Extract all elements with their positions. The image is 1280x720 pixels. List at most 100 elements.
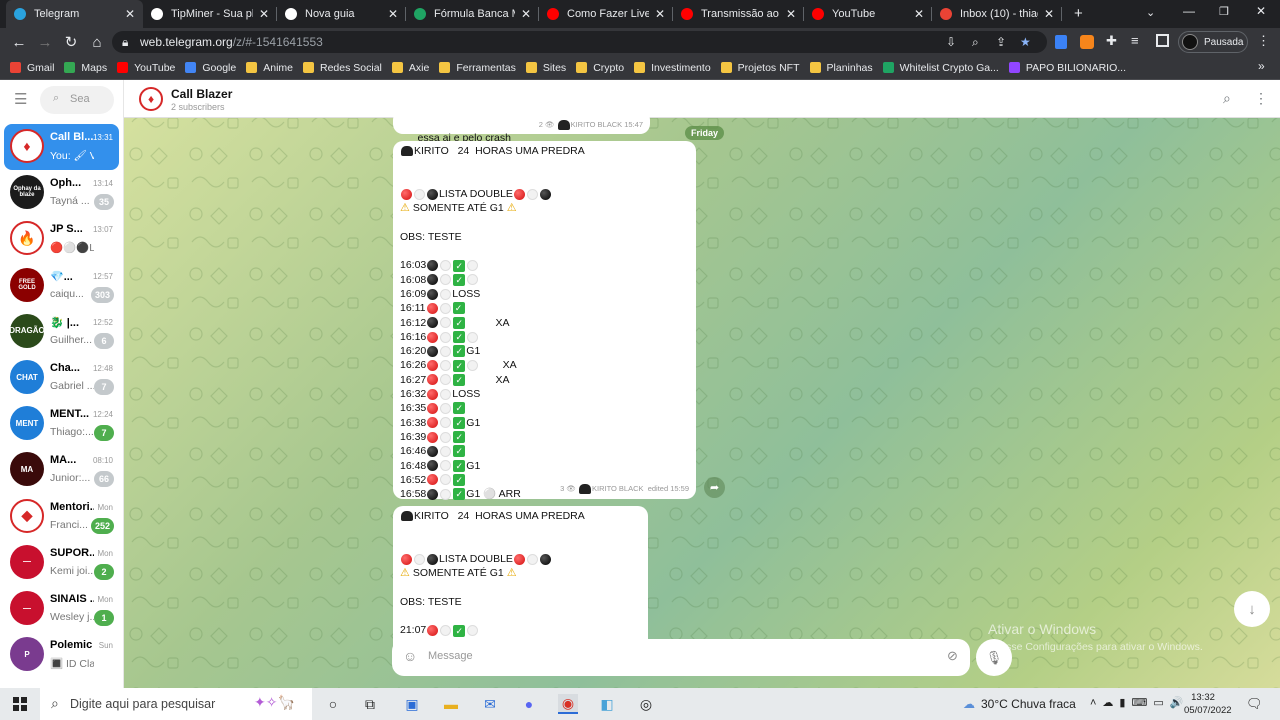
- browser-tab[interactable]: Nova guia ✕: [277, 0, 406, 28]
- bookmark-item[interactable]: Whitelist Crypto Ga...: [882, 62, 999, 74]
- taskbar-search[interactable]: ⌕ Digite aqui para pesquisar ✦✧🦙: [40, 688, 312, 720]
- cortana-icon[interactable]: ○: [323, 694, 343, 714]
- close-icon[interactable]: ✕: [521, 7, 531, 21]
- new-tab-icon[interactable]: +: [1074, 5, 1083, 22]
- back-icon[interactable]: ←: [8, 31, 30, 53]
- bookmark-item[interactable]: Ferramentas: [439, 62, 516, 74]
- close-icon[interactable]: ✕: [786, 7, 796, 21]
- chat-list-item[interactable]: — SINAIS ...MonWesley j...1: [4, 586, 119, 632]
- chat-list-item[interactable]: ♦ Call Bl...13:31 You: 🖌 Voi...: [4, 124, 119, 170]
- profile-chip[interactable]: Pausada: [1178, 31, 1248, 53]
- close-icon[interactable]: ✕: [655, 7, 665, 21]
- home-icon[interactable]: ⌂: [86, 31, 108, 53]
- message-bubble[interactable]: KIRITO 24 HORAS UMA PREDRA LISTA DOUBLE ⚠ S…: [393, 141, 696, 501]
- browser-tab[interactable]: Fórmula Banca Mil ✕: [406, 0, 539, 28]
- obs-icon[interactable]: ◎: [636, 694, 656, 714]
- attach-icon[interactable]: ⊘: [947, 648, 958, 664]
- forward-icon[interactable]: →: [34, 31, 56, 53]
- chat-header[interactable]: ♦ Call Blazer 2 subscribers ⌕ ⋮: [124, 80, 1280, 118]
- browser-tab[interactable]: Telegram ✕: [6, 0, 143, 28]
- bookmark-item[interactable]: Redes Social: [303, 62, 382, 74]
- bookmark-item[interactable]: Planinhas: [809, 62, 873, 74]
- more-options-icon[interactable]: ⋮: [1254, 90, 1268, 107]
- extensions-puzzle-icon[interactable]: ✚: [1106, 33, 1117, 49]
- chat-list-item[interactable]: 🔥 JP S... 13:07 🔴⚪⚫LIST...: [4, 216, 119, 262]
- channel-avatar[interactable]: ♦: [139, 87, 163, 111]
- chat-list-item[interactable]: ◆ Mentori...Mon Franci...252: [4, 494, 119, 540]
- youtube-icon: [681, 8, 693, 20]
- message-input[interactable]: ☺ Message ⊘: [392, 639, 970, 676]
- scroll-down-button[interactable]: ↓: [1234, 591, 1270, 627]
- bookmark-item[interactable]: Anime: [246, 62, 293, 74]
- tab-search-icon[interactable]: ⌄: [1146, 6, 1155, 19]
- mail-icon[interactable]: ✉: [480, 694, 500, 714]
- extension-shield-icon[interactable]: [1055, 35, 1067, 49]
- chat-list-item[interactable]: MENT MENT... 12:24 Thiago:... 7: [4, 401, 119, 447]
- tray-icons[interactable]: ˄☁▮⌨▭🔊: [1090, 696, 1189, 709]
- chat-name: 🐉 |...: [50, 316, 79, 329]
- store-icon[interactable]: ▣: [402, 694, 422, 714]
- close-icon[interactable]: ✕: [388, 7, 398, 21]
- bookmark-star-icon[interactable]: ★: [1020, 35, 1031, 49]
- search-input[interactable]: ⌕ Sea: [40, 86, 114, 114]
- bookmark-item[interactable]: Investimento: [634, 62, 711, 74]
- minimize-icon[interactable]: —: [1183, 4, 1195, 18]
- media-icon[interactable]: ≡: [1131, 33, 1139, 48]
- browser-tab[interactable]: TipMiner - Sua pla ✕: [143, 0, 277, 28]
- close-icon[interactable]: ✕: [914, 7, 924, 21]
- bookmark-item[interactable]: Sites: [525, 62, 566, 74]
- extension-fox-icon[interactable]: [1080, 35, 1094, 49]
- forward-icon[interactable]: ➦: [704, 477, 725, 498]
- check-icon: ✓: [453, 488, 466, 501]
- close-icon[interactable]: ✕: [1044, 7, 1054, 21]
- message-bubble[interactable]: KIRITO 24 HORAS UMA PREDRA LISTA DOUBLE ⚠ S…: [393, 506, 648, 646]
- url-bar[interactable]: 🔒︎ web.telegram.org/z/#-1541641553 ⇩ ⌕ ⇪…: [112, 31, 1047, 53]
- window-close-icon[interactable]: ✕: [1256, 4, 1266, 18]
- close-icon[interactable]: ✕: [125, 7, 135, 21]
- search-icon[interactable]: ⌕: [1223, 90, 1231, 107]
- notifications-icon[interactable]: 🗨︎: [1246, 696, 1263, 712]
- close-icon[interactable]: ✕: [259, 7, 269, 21]
- discord-icon[interactable]: ●: [519, 694, 539, 714]
- file-explorer-icon[interactable]: ▬: [441, 694, 461, 714]
- weather-widget[interactable]: ☁ 30°C Chuva fraca: [963, 697, 1076, 711]
- bookmark-item[interactable]: PAPO BILIONARIO...: [1008, 62, 1126, 74]
- reload-icon[interactable]: ↻: [60, 31, 82, 53]
- app-icon[interactable]: ◧: [597, 694, 617, 714]
- avatar: MA: [10, 452, 44, 487]
- zoom-icon[interactable]: ⌕: [972, 35, 979, 50]
- bookmark-item[interactable]: Crypto: [576, 62, 624, 74]
- chat-list-item[interactable]: — SUPOR... Mon Kemi joi... 2: [4, 540, 119, 586]
- maximize-icon[interactable]: ❐: [1219, 5, 1229, 18]
- browser-tab[interactable]: YouTube ✕: [804, 0, 932, 28]
- sidepanel-icon[interactable]: [1156, 34, 1169, 47]
- chat-list-item[interactable]: P Polemic ... Sun 🔳 ID Class...: [4, 632, 119, 678]
- chrome-taskbar-icon[interactable]: ◉: [558, 694, 578, 714]
- chat-list-item[interactable]: Ophay da blaze Oph... 13:14 Tayná ... 35: [4, 170, 119, 216]
- search-highlight-icon: ✦✧🦙: [254, 694, 295, 710]
- more-bookmarks-icon[interactable]: »: [1258, 59, 1265, 73]
- browser-tab[interactable]: Transmissão ao viv ✕: [673, 0, 804, 28]
- chat-list-item[interactable]: FREE GOLD 💎... 12:57 caiqu... 303: [4, 263, 119, 309]
- chat-list-item[interactable]: CHAT Cha... 12:48 Gabriel ... 7: [4, 355, 119, 401]
- chat-list-item[interactable]: MA MA... 08:10 Junior:... 66: [4, 447, 119, 493]
- install-icon[interactable]: ⇩: [946, 35, 956, 49]
- clock[interactable]: 13:32 05/07/2022: [1184, 691, 1232, 717]
- browser-tab[interactable]: Como Fazer Live n ✕: [539, 0, 673, 28]
- bookmark-item[interactable]: Google: [185, 62, 236, 74]
- chrome-menu-icon[interactable]: ⋮: [1257, 33, 1270, 49]
- browser-tab[interactable]: Inbox (10) - thiago ✕: [932, 0, 1062, 28]
- bookmark-item[interactable]: Maps: [64, 62, 107, 74]
- microphone-button[interactable]: 🎙︎: [976, 639, 1012, 676]
- menu-icon[interactable]: ☰: [14, 90, 27, 108]
- bookmark-item[interactable]: Projetos NFT: [720, 62, 800, 74]
- message-bubble[interactable]: essa ai e pelo crash 2 👁︎ KIRITO BLACK 1…: [393, 110, 650, 144]
- bookmark-item[interactable]: Gmail: [10, 62, 54, 74]
- bookmark-item[interactable]: YouTube: [117, 62, 175, 74]
- share-icon[interactable]: ⇪: [996, 35, 1006, 49]
- emoji-icon[interactable]: ☺: [403, 648, 417, 664]
- chat-list-item[interactable]: DRAGÃO 🐉 |... 12:52 Guilher... 6: [4, 309, 119, 355]
- windows-start-icon[interactable]: [10, 694, 30, 714]
- bookmark-item[interactable]: Axie: [391, 62, 429, 74]
- task-view-icon[interactable]: ⧉: [360, 694, 380, 714]
